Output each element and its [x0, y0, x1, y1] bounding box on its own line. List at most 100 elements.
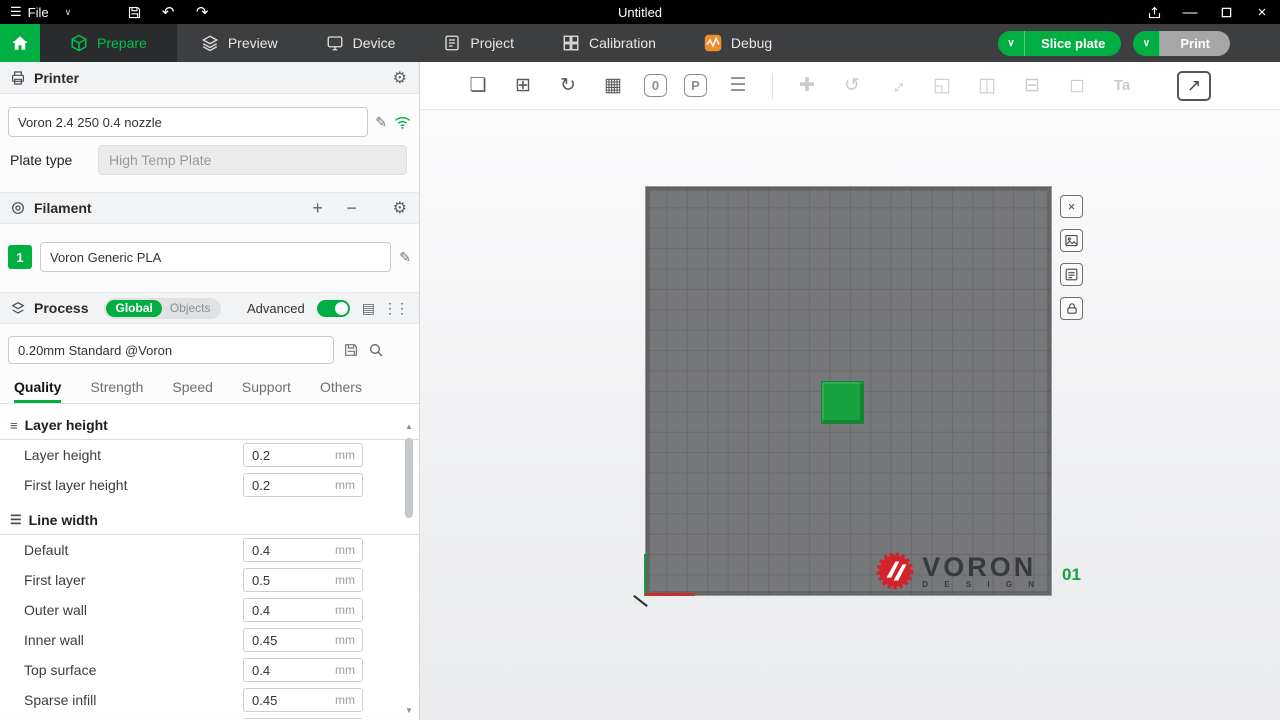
prepare-icon	[70, 34, 88, 52]
scope-global-option[interactable]: Global	[106, 300, 161, 317]
delete-plate-button[interactable]: ×	[1060, 195, 1083, 218]
printer-settings-gear-icon[interactable]: ⚙	[393, 68, 407, 88]
upload-button[interactable]	[1136, 0, 1172, 24]
tab-prepare[interactable]: Prepare	[40, 24, 177, 62]
first-layer-height-input[interactable]	[244, 478, 306, 493]
add-filament-icon[interactable]: +	[309, 198, 327, 219]
param-label: First layer height	[24, 477, 127, 493]
home-tab[interactable]	[0, 24, 40, 62]
process-scope-toggle[interactable]: Global Objects	[104, 298, 220, 319]
sidebar-scrollbar[interactable]: ▲ ▼	[402, 422, 416, 718]
tab-others[interactable]: Others	[320, 374, 362, 403]
tab-strength[interactable]: Strength	[90, 374, 143, 403]
unit-label: mm	[335, 478, 362, 492]
unit-label: mm	[335, 693, 362, 707]
tab-quality[interactable]: Quality	[14, 374, 61, 403]
print-dropdown-chevron-icon[interactable]: ∨	[1133, 31, 1160, 56]
param-row-clipped	[0, 715, 419, 719]
printer-preset-input[interactable]	[8, 107, 368, 137]
close-button[interactable]: ×	[1244, 0, 1280, 24]
auto-orient-icon[interactable]: ↻	[554, 72, 582, 100]
param-label: First layer	[24, 572, 85, 588]
group-line-width-title: Line width	[29, 512, 98, 528]
split-to-objects-icon[interactable]: ◫	[973, 72, 1001, 100]
assembly-view-icon[interactable]: ☰	[724, 72, 752, 100]
slice-plate-button[interactable]: ∨ Slice plate	[998, 31, 1121, 56]
process-preset-input[interactable]	[8, 336, 334, 364]
printer-section-title: Printer	[34, 70, 79, 86]
plate-cursor-icon[interactable]: ↗	[1177, 71, 1211, 101]
minimize-button[interactable]: —	[1172, 0, 1208, 24]
main-tabbar: Prepare Preview Device Project Calibrati…	[0, 24, 1280, 62]
scene-canvas[interactable]: VORON D E S I G N 01 ×	[420, 110, 1280, 720]
param-table-icon[interactable]: ▤	[362, 300, 375, 317]
tab-speed[interactable]: Speed	[172, 374, 212, 403]
remove-filament-icon[interactable]: −	[343, 198, 361, 219]
default-line-width-input[interactable]	[244, 543, 306, 558]
build-plate[interactable]: VORON D E S I G N	[645, 186, 1052, 596]
redo-button[interactable]: ↷	[185, 0, 219, 24]
scope-objects-option[interactable]: Objects	[162, 301, 219, 315]
lock-plate-button[interactable]	[1060, 297, 1083, 320]
printer-preset-row: ✎	[8, 107, 411, 137]
flatten-icon[interactable]: ◱	[928, 72, 956, 100]
tab-project[interactable]: Project	[419, 24, 538, 62]
filament-section-header: Filament + − ⚙	[0, 192, 419, 224]
undo-button[interactable]: ↶	[151, 0, 185, 24]
first-layer-line-width-input[interactable]	[244, 573, 306, 588]
param-field: mm	[243, 473, 363, 497]
edit-printer-icon[interactable]: ✎	[375, 114, 387, 131]
sidebar: Printer ⚙ ✎ Plate type High Temp Plate F…	[0, 62, 420, 720]
tab-debug[interactable]: Debug	[680, 24, 796, 62]
maximize-button[interactable]	[1208, 0, 1244, 24]
split-to-parts-icon[interactable]: ⊟	[1018, 72, 1046, 100]
group-line-width: ☰ Line width	[0, 505, 419, 535]
edit-filament-icon[interactable]: ✎	[399, 249, 411, 266]
add-plate-icon[interactable]: ⊞	[509, 72, 537, 100]
scale-icon[interactable]: ↔	[883, 72, 911, 100]
print-button[interactable]: ∨ Print	[1133, 31, 1230, 56]
slice-plate-label: Slice plate	[1025, 36, 1121, 51]
inner-wall-line-width-input[interactable]	[244, 633, 306, 648]
param-row: First layer mm	[0, 565, 419, 595]
save-button[interactable]	[117, 0, 151, 24]
scroll-up-icon[interactable]: ▲	[405, 422, 413, 434]
search-icon[interactable]	[368, 342, 384, 358]
mesh-boolean-icon[interactable]: ◻	[1063, 72, 1091, 100]
wifi-icon[interactable]	[394, 115, 411, 130]
tab-preview[interactable]: Preview	[177, 24, 302, 62]
save-preset-icon[interactable]	[343, 342, 359, 358]
param-label: Top surface	[24, 662, 96, 678]
plate-type-select[interactable]: High Temp Plate	[98, 145, 407, 175]
tab-device[interactable]: Device	[302, 24, 420, 62]
rotate-icon[interactable]: ↺	[838, 72, 866, 100]
top-surface-line-width-input[interactable]	[244, 663, 306, 678]
param-options-icon[interactable]: ⋮⋮	[383, 300, 407, 317]
sparse-infill-line-width-input[interactable]	[244, 693, 306, 708]
move-icon[interactable]: ✚	[793, 72, 821, 100]
scroll-down-icon[interactable]: ▼	[405, 706, 413, 718]
model-object[interactable]	[821, 381, 864, 424]
line-width-group-icon: ☰	[10, 512, 22, 528]
filament-slot-badge[interactable]: 1	[8, 245, 32, 269]
filament-preset-input[interactable]	[40, 242, 391, 272]
filament-row: 1 ✎	[8, 242, 411, 272]
layer-height-input[interactable]	[244, 448, 306, 463]
plate-name-icon[interactable]: P	[684, 74, 707, 97]
tab-calibration[interactable]: Calibration	[538, 24, 680, 62]
label-objects-icon[interactable]: 0	[644, 74, 667, 97]
arrange-icon[interactable]: ▦	[599, 72, 627, 100]
file-menu[interactable]: ☰ File ∨	[0, 0, 81, 24]
tab-support[interactable]: Support	[242, 374, 291, 403]
add-object-icon[interactable]: ❏	[464, 72, 492, 100]
plate-image-button[interactable]	[1060, 229, 1083, 252]
axis-y-indicator	[644, 554, 646, 596]
plate-settings-button[interactable]	[1060, 263, 1083, 286]
advanced-toggle[interactable]	[317, 300, 350, 317]
scrollbar-thumb[interactable]	[405, 438, 413, 518]
process-section-title: Process	[34, 300, 88, 316]
slice-dropdown-chevron-icon[interactable]: ∨	[998, 31, 1025, 56]
outer-wall-line-width-input[interactable]	[244, 603, 306, 618]
text-tool-icon[interactable]: Ta	[1108, 72, 1136, 100]
filament-settings-gear-icon[interactable]: ⚙	[393, 198, 407, 218]
